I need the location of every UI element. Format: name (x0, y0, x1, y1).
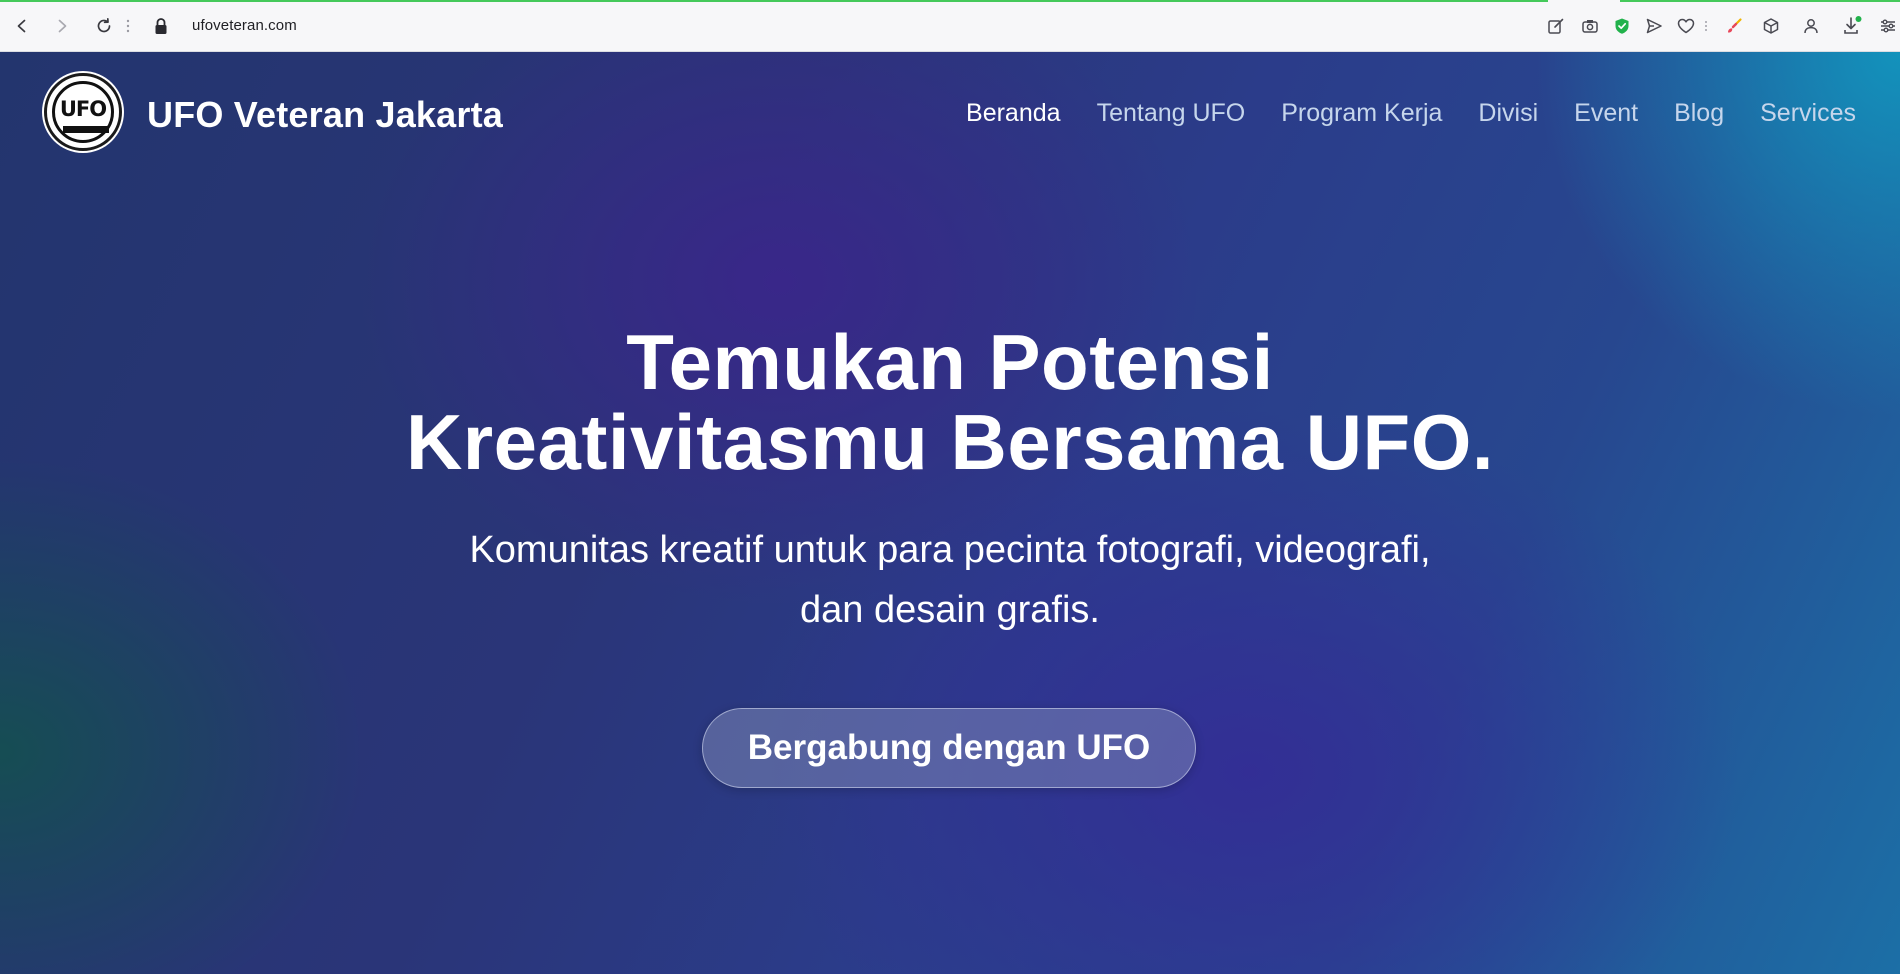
join-ufo-button[interactable]: Bergabung dengan UFO (702, 708, 1196, 788)
cube-icon[interactable] (1759, 14, 1783, 38)
loading-indicator (0, 0, 1548, 2)
nav-item-services[interactable]: Services (1760, 99, 1856, 128)
send-icon[interactable] (1642, 14, 1666, 38)
profile-icon[interactable] (1799, 14, 1823, 38)
nav-item-program-kerja[interactable]: Program Kerja (1281, 99, 1442, 128)
download-icon[interactable] (1840, 14, 1864, 38)
hero-headline-line2: Kreativitasmu Bersama UFO. (405, 398, 1495, 486)
brush-icon[interactable] (1722, 14, 1746, 38)
browser-toolbar: ufoveteran.com (0, 0, 1900, 52)
forward-icon[interactable] (50, 13, 74, 39)
hero-subtext: Komunitas kreatif untuk para pecinta fot… (0, 520, 1900, 640)
menu-dots-icon (126, 19, 130, 33)
loading-indicator-secondary (1620, 0, 1900, 2)
shield-icon[interactable] (1610, 14, 1634, 38)
main-navigation: Beranda Tentang UFO Program Kerja Divisi… (966, 99, 1856, 128)
site-name[interactable]: UFO Veteran Jakarta (147, 94, 503, 136)
camera-icon[interactable] (1578, 14, 1602, 38)
nav-item-beranda[interactable]: Beranda (966, 99, 1061, 128)
nav-item-blog[interactable]: Blog (1674, 99, 1724, 128)
edit-icon[interactable] (1544, 14, 1568, 38)
nav-item-divisi[interactable]: Divisi (1478, 99, 1538, 128)
nav-item-tentang-ufo[interactable]: Tentang UFO (1097, 99, 1246, 128)
site-logo[interactable]: UFO (44, 73, 122, 151)
logo-band (63, 126, 109, 133)
hero-section: UFO UFO Veteran Jakarta Beranda Tentang … (0, 52, 1900, 974)
heart-icon[interactable] (1674, 14, 1698, 38)
back-icon[interactable] (10, 13, 34, 39)
toolbar-separator-icon (1705, 21, 1707, 31)
hero-subtext-line1: Komunitas kreatif untuk para pecinta fot… (469, 529, 1431, 571)
settings-icon[interactable] (1876, 14, 1900, 38)
hero-subtext-line2: dan desain grafis. (800, 589, 1100, 631)
hero-headline-line1: Temukan Potensi (626, 318, 1274, 406)
hero-headline: Temukan Potensi Kreativitasmu Bersama UF… (0, 322, 1900, 482)
reload-icon[interactable] (92, 13, 116, 39)
logo-ring: UFO (52, 81, 114, 143)
lock-icon (155, 18, 167, 34)
logo-text: UFO (59, 97, 107, 121)
nav-item-event[interactable]: Event (1574, 99, 1638, 128)
address-bar-url[interactable]: ufoveteran.com (192, 17, 297, 34)
